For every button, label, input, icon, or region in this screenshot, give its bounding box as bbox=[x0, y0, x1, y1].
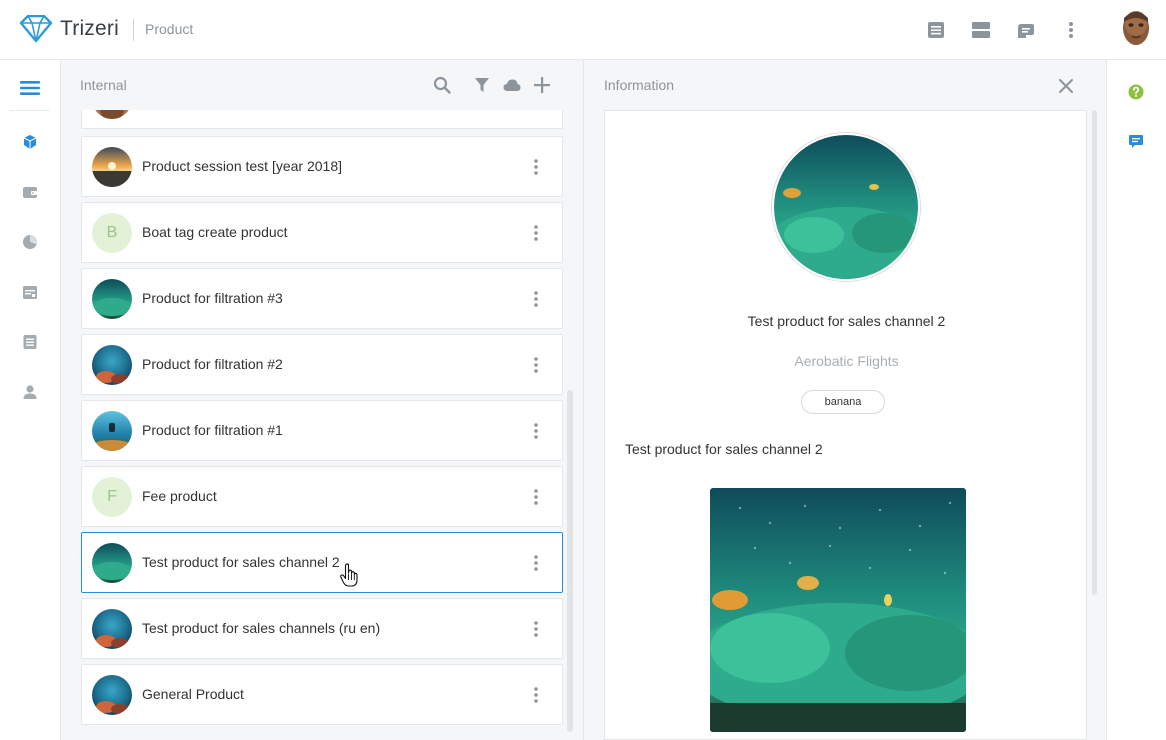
product-name: Fee product bbox=[142, 488, 217, 504]
product-thumbnail bbox=[92, 110, 132, 119]
product-title: Test product for sales channel 2 bbox=[747, 313, 946, 329]
wallet-icon[interactable] bbox=[18, 180, 42, 204]
list-item[interactable]: Test product for sales channels (ru en) bbox=[81, 598, 563, 659]
product-category: Aerobatic Flights bbox=[794, 353, 899, 369]
breadcrumb-section[interactable]: Product bbox=[145, 21, 193, 37]
more-vertical-icon[interactable] bbox=[528, 223, 544, 243]
product-name: Product for filtration #2 bbox=[142, 356, 283, 372]
list-item[interactable] bbox=[81, 110, 563, 129]
right-rail bbox=[1106, 60, 1166, 740]
cloud-icon[interactable] bbox=[501, 74, 523, 96]
filter-icon[interactable] bbox=[471, 74, 493, 96]
product-thumbnail bbox=[92, 543, 132, 583]
app-logo[interactable]: Trizeri bbox=[19, 15, 119, 43]
more-vertical-icon[interactable] bbox=[528, 421, 544, 441]
add-icon[interactable] bbox=[531, 74, 553, 96]
diamond-logo-icon bbox=[19, 15, 53, 43]
more-vertical-icon[interactable] bbox=[528, 157, 544, 177]
product-letter-avatar: B bbox=[92, 213, 132, 253]
info-card: Test product for sales channel 2 Aerobat… bbox=[604, 110, 1087, 740]
list-item[interactable]: Product session test [year 2018] bbox=[81, 136, 563, 197]
list-item[interactable]: Product for filtration #3 bbox=[81, 268, 563, 329]
more-vertical-icon[interactable] bbox=[528, 553, 544, 573]
app-name: Trizeri bbox=[60, 17, 119, 40]
list-title: Internal bbox=[80, 77, 127, 93]
more-vertical-icon[interactable] bbox=[528, 355, 544, 375]
more-vertical-icon[interactable] bbox=[528, 685, 544, 705]
search-icon[interactable] bbox=[431, 74, 453, 96]
product-image bbox=[772, 133, 920, 281]
product-thumbnail bbox=[92, 345, 132, 385]
list-item[interactable]: General Product bbox=[81, 664, 563, 725]
product-name: Product for filtration #1 bbox=[142, 422, 283, 438]
product-letter-avatar: F bbox=[92, 477, 132, 517]
left-nav bbox=[0, 60, 61, 740]
product-tag[interactable]: banana bbox=[801, 390, 885, 414]
list-view-icon[interactable] bbox=[924, 18, 948, 42]
product-name: Product for filtration #3 bbox=[142, 290, 283, 306]
list-item[interactable]: B Boat tag create product bbox=[81, 202, 563, 263]
list-item[interactable]: Product for filtration #1 bbox=[81, 400, 563, 461]
close-icon[interactable] bbox=[1054, 74, 1078, 98]
calendar-icon[interactable] bbox=[18, 280, 42, 304]
divider bbox=[10, 110, 50, 111]
list-item[interactable]: Product for filtration #2 bbox=[81, 334, 563, 395]
user-avatar[interactable] bbox=[1116, 8, 1156, 50]
info-title: Information bbox=[604, 77, 675, 93]
product-photo bbox=[710, 488, 966, 732]
top-bar: Trizeri Product bbox=[0, 0, 1166, 60]
list-header: Internal bbox=[61, 60, 583, 110]
product-name: General Product bbox=[142, 686, 244, 702]
divider bbox=[133, 19, 134, 41]
product-list: Product session test [year 2018] B Boat … bbox=[81, 110, 563, 740]
list-item-selected[interactable]: Test product for sales channel 2 bbox=[81, 532, 563, 593]
product-thumbnail bbox=[92, 411, 132, 451]
document-icon[interactable] bbox=[18, 330, 42, 354]
more-vertical-icon[interactable] bbox=[1059, 18, 1083, 42]
more-vertical-icon[interactable] bbox=[528, 487, 544, 507]
information-panel: Information Test product for sales chann… bbox=[583, 60, 1106, 740]
list-item[interactable]: F Fee product bbox=[81, 466, 563, 527]
user-icon[interactable] bbox=[18, 380, 42, 404]
product-list-panel: Internal Product session test [year 2018… bbox=[61, 60, 583, 740]
product-name: Boat tag create product bbox=[142, 224, 288, 240]
product-thumbnail bbox=[92, 279, 132, 319]
more-vertical-icon[interactable] bbox=[528, 289, 544, 309]
menu-icon[interactable] bbox=[18, 76, 42, 100]
product-thumbnail bbox=[92, 675, 132, 715]
export-icon[interactable] bbox=[1014, 18, 1038, 42]
list-scrollbar[interactable] bbox=[567, 390, 573, 732]
more-vertical-icon[interactable] bbox=[528, 619, 544, 639]
hand-cursor-icon bbox=[340, 563, 358, 592]
product-name: Test product for sales channels (ru en) bbox=[142, 620, 381, 636]
help-icon[interactable] bbox=[1126, 82, 1146, 102]
product-thumbnail bbox=[92, 147, 132, 187]
chat-icon[interactable] bbox=[1126, 132, 1146, 152]
product-name: Test product for sales channel 2 bbox=[142, 554, 340, 570]
product-thumbnail bbox=[92, 609, 132, 649]
info-scrollbar[interactable] bbox=[1092, 110, 1097, 595]
products-cube-icon[interactable] bbox=[18, 130, 42, 154]
product-name: Product session test [year 2018] bbox=[142, 158, 342, 174]
product-description: Test product for sales channel 2 bbox=[625, 441, 823, 457]
table-view-icon[interactable] bbox=[969, 18, 993, 42]
chart-icon[interactable] bbox=[18, 230, 42, 254]
